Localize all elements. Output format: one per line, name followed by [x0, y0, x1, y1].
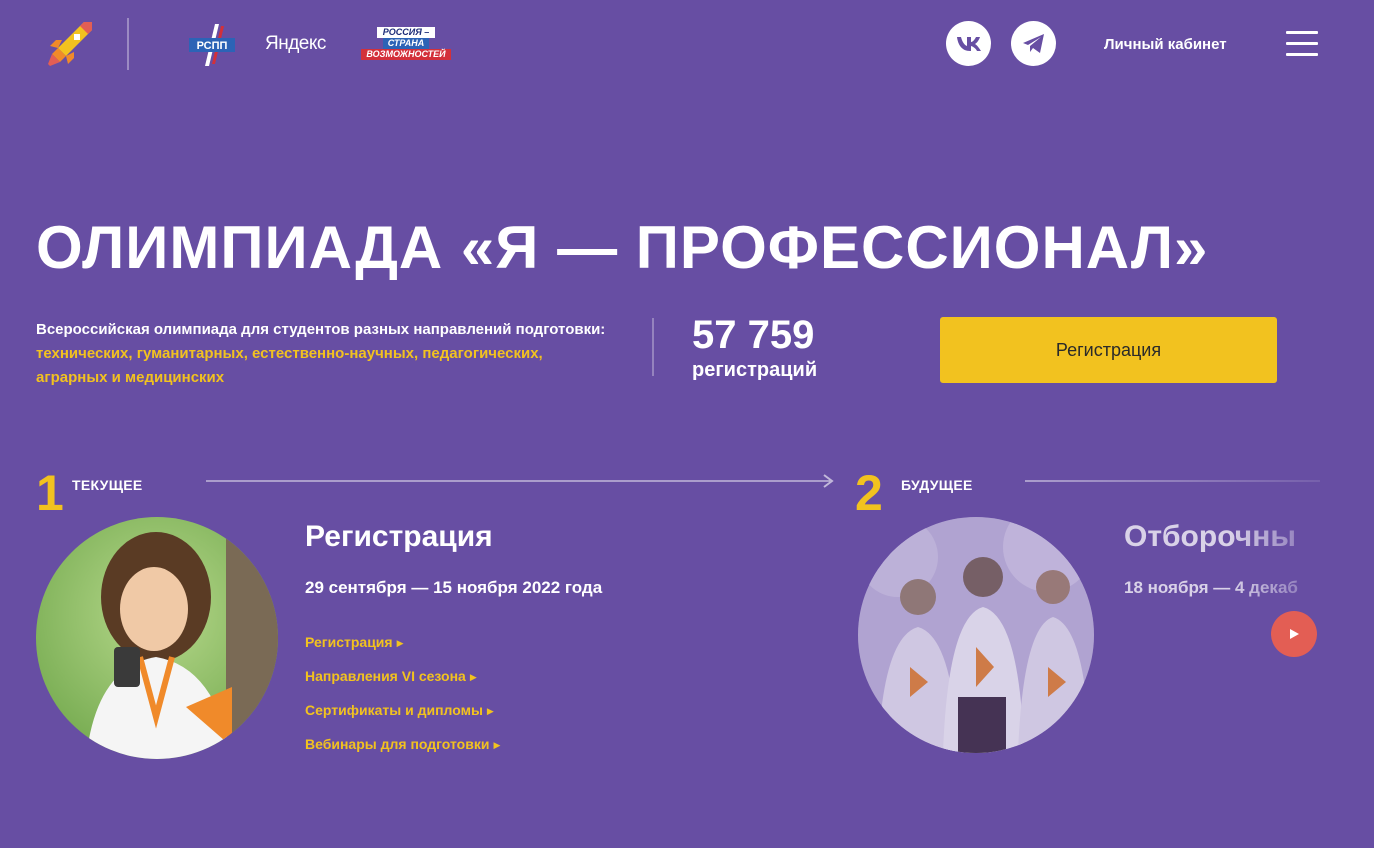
stage-link-label: Регистрация — [305, 634, 393, 650]
russia-logo-line-3: ВОЗМОЖНОСТЕЙ — [361, 49, 451, 60]
stage-link-label: Направления VI сезона — [305, 668, 466, 684]
rocket-icon[interactable] — [44, 18, 96, 70]
russia-logo-line-2: СТРАНА — [383, 38, 429, 49]
stage-connector-line — [206, 480, 830, 482]
stage-1-photo — [36, 517, 278, 759]
caret-right-icon: ▶ — [493, 740, 501, 750]
stage-2-number: 2 — [855, 465, 883, 521]
caret-right-icon: ▶ — [486, 706, 494, 716]
stage-link-registration[interactable]: Регистрация ▶ — [305, 634, 404, 650]
caret-right-icon: ▶ — [396, 638, 404, 648]
stage-1-number: 1 — [36, 465, 64, 521]
yandex-logo[interactable]: Яндекс — [265, 33, 326, 55]
arrow-right-icon — [823, 474, 834, 488]
stage-1-title: Регистрация — [305, 520, 493, 553]
rspp-logo-text: РСПП — [197, 40, 228, 52]
stage-2-photo — [858, 517, 1094, 753]
caret-right-icon: ▶ — [469, 672, 477, 682]
register-button[interactable]: Регистрация — [940, 317, 1277, 383]
stage-link-webinars[interactable]: Вебинары для подготовки ▶ — [305, 736, 500, 752]
stage-link-certificates[interactable]: Сертификаты и дипломы ▶ — [305, 702, 494, 718]
telegram-icon — [1022, 33, 1044, 53]
stage-1-label: ТЕКУЩЕЕ — [72, 477, 143, 493]
registrations-label: регистраций — [692, 359, 818, 381]
burger-menu-icon[interactable] — [1286, 31, 1318, 57]
carousel-fade — [1230, 500, 1374, 620]
play-button[interactable] — [1271, 611, 1317, 657]
russia-logo-line-1: РОССИЯ – — [377, 27, 435, 38]
stage-link-label: Вебинары для подготовки — [305, 736, 490, 752]
header-divider — [127, 18, 129, 70]
stage-link-label: Сертификаты и дипломы — [305, 702, 483, 718]
hero-description-text: Всероссийская олимпиада для студентов ра… — [36, 321, 606, 338]
stage-2-label: БУДУЩЕЕ — [901, 477, 973, 493]
registrations-count: 57 759 — [692, 313, 815, 357]
rspp-logo[interactable]: РСПП — [189, 22, 235, 68]
telegram-button[interactable] — [1011, 21, 1056, 66]
stage-2-dates: 18 ноября — 4 декаб — [1124, 578, 1298, 597]
play-icon — [1290, 629, 1299, 639]
hero-divider — [652, 318, 654, 376]
russia-opportunities-logo[interactable]: РОССИЯ – СТРАНА ВОЗМОЖНОСТЕЙ — [361, 27, 451, 63]
stage-link-directions[interactable]: Направления VI сезона ▶ — [305, 668, 477, 684]
hero-description-highlight: технических, гуманитарных, естественно-н… — [36, 345, 543, 386]
personal-account-link[interactable]: Личный кабинет — [1104, 36, 1227, 53]
vk-icon — [956, 36, 981, 51]
stage-2-line — [1025, 480, 1320, 482]
page-title: ОЛИМПИАДА «Я — ПРОФЕССИОНАЛ» — [36, 214, 1209, 281]
hero-description: Всероссийская олимпиада для студентов ра… — [36, 318, 606, 390]
vk-button[interactable] — [946, 21, 991, 66]
stage-2-title: Отборочны — [1124, 520, 1296, 553]
stage-1-dates: 29 сентября — 15 ноября 2022 года — [305, 578, 603, 597]
